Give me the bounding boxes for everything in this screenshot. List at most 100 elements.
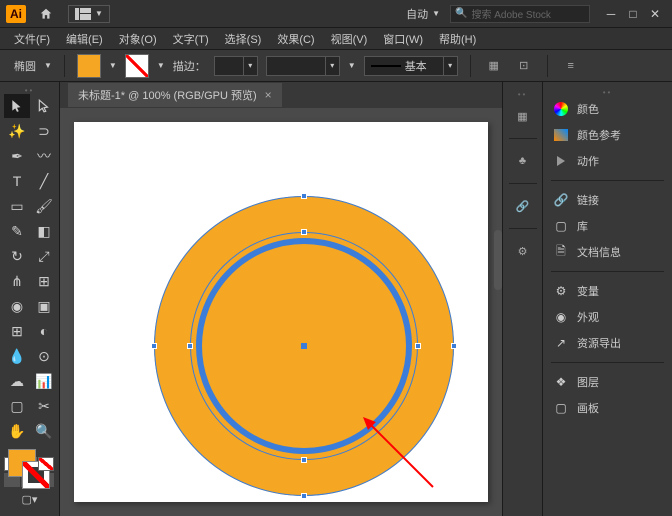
selection-handle[interactable] — [187, 343, 193, 349]
shape-builder-tool[interactable]: ◉ — [4, 294, 30, 318]
line-tool[interactable]: ╱ — [31, 169, 57, 193]
workspace-dropdown[interactable]: 自动 ▼ — [406, 6, 440, 22]
menu-window[interactable]: 窗口(W) — [377, 29, 429, 49]
eyedropper-tool[interactable]: 💧 — [4, 344, 30, 368]
stroke-weight-stepper[interactable]: ▾ — [244, 56, 258, 76]
menubar: 文件(F) 编辑(E) 对象(O) 文字(T) 选择(S) 效果(C) 视图(V… — [0, 28, 672, 50]
menu-type[interactable]: 文字(T) — [167, 29, 215, 49]
layout-dropdown[interactable]: ▼ — [68, 5, 110, 23]
control-bar: 椭圆 ▼ ▼ ▼ 描边： ▾ ▾ ▼ 基本 ▾ ▦ ⊡ ≡ — [0, 50, 672, 82]
minimize-button[interactable]: ─ — [600, 5, 622, 23]
close-button[interactable]: ✕ — [644, 5, 666, 23]
color-mode-none[interactable] — [38, 457, 54, 471]
graph-tool[interactable]: 📊 — [31, 369, 57, 393]
panel-appearance[interactable]: ◉外观 — [543, 304, 672, 330]
curvature-tool[interactable]: 〰 — [31, 144, 57, 168]
panel-library[interactable]: ▢库 — [543, 213, 672, 239]
transform-icon[interactable]: ⊡ — [513, 55, 535, 77]
selection-handle[interactable] — [301, 493, 307, 499]
menu-file[interactable]: 文件(F) — [8, 29, 56, 49]
properties-icon[interactable]: ▦ — [509, 104, 537, 128]
selection-center[interactable] — [301, 343, 307, 349]
style-label: 基本 — [405, 58, 427, 74]
selection-handle[interactable] — [301, 457, 307, 463]
artboard-tool[interactable]: ▢ — [4, 394, 30, 418]
panel-doc-info[interactable]: 🗎文档信息 — [543, 239, 672, 265]
stroke-weight-input[interactable] — [214, 56, 244, 76]
artboard[interactable] — [74, 122, 488, 502]
selection-handle[interactable] — [151, 343, 157, 349]
slice-tool[interactable]: ✂ — [31, 394, 57, 418]
selection-handle[interactable] — [301, 193, 307, 199]
link-dock-icon[interactable]: 🔗 — [509, 194, 537, 218]
scrollbar[interactable] — [494, 230, 502, 290]
pen-tool[interactable]: ✒ — [4, 144, 30, 168]
scale-tool[interactable]: ⤢ — [31, 244, 57, 268]
rectangle-tool[interactable]: ▭ — [4, 194, 30, 218]
selection-handle[interactable] — [301, 229, 307, 235]
perspective-tool[interactable]: ▣ — [31, 294, 57, 318]
lasso-tool[interactable]: ⊃ — [31, 119, 57, 143]
eraser-tool[interactable]: ◧ — [31, 219, 57, 243]
panel-actions[interactable]: 动作 — [543, 148, 672, 174]
zoom-tool[interactable]: 🔍 — [31, 419, 57, 443]
brush-dropdown[interactable]: ▾ — [326, 56, 340, 76]
selection-handle[interactable] — [451, 343, 457, 349]
magic-wand-tool[interactable]: ✨ — [4, 119, 30, 143]
panel-asset-export[interactable]: ↗资源导出 — [543, 330, 672, 356]
screen-mode[interactable]: ▢▾ — [10, 493, 50, 506]
panel-variables[interactable]: ⚙变量 — [543, 278, 672, 304]
menu-help[interactable]: 帮助(H) — [433, 29, 482, 49]
titlebar: Ai ▼ 自动 ▼ 🔍 搜索 Adobe Stock ─ □ ✕ — [0, 0, 672, 28]
dock-handle[interactable]: •• — [518, 90, 528, 98]
canvas-area: 未标题-1* @ 100% (RGB/GPU 预览) × — [60, 82, 502, 516]
document-tab[interactable]: 未标题-1* @ 100% (RGB/GPU 预览) × — [68, 83, 282, 107]
mesh-tool[interactable]: ⊞ — [4, 319, 30, 343]
selection-tool[interactable] — [4, 94, 30, 118]
panel-handle[interactable]: •• — [543, 88, 672, 96]
search-input[interactable]: 🔍 搜索 Adobe Stock — [450, 5, 590, 23]
menu-select[interactable]: 选择(S) — [219, 29, 268, 49]
window-controls: ─ □ ✕ — [600, 5, 666, 23]
tools-handle[interactable]: •• — [4, 86, 55, 94]
type-tool[interactable]: T — [4, 169, 30, 193]
align-icon[interactable]: ▦ — [483, 55, 505, 77]
menu-view[interactable]: 视图(V) — [325, 29, 374, 49]
tab-title: 未标题-1* @ 100% (RGB/GPU 预览) — [78, 87, 257, 103]
panel-layers[interactable]: ❖图层 — [543, 369, 672, 395]
brush-tool[interactable]: 🖌 — [31, 194, 57, 218]
document-tabs: 未标题-1* @ 100% (RGB/GPU 预览) × — [60, 82, 502, 108]
symbol-tool[interactable]: ☁ — [4, 369, 30, 393]
panel-artboards[interactable]: ▢画板 — [543, 395, 672, 421]
fill-swatch[interactable] — [77, 54, 101, 78]
panel-color-guide[interactable]: 颜色参考 — [543, 122, 672, 148]
stroke-swatch[interactable] — [125, 54, 149, 78]
gradient-tool[interactable]: ◐ — [31, 319, 57, 343]
selection-handle[interactable] — [415, 343, 421, 349]
width-tool[interactable]: ⋔ — [4, 269, 30, 293]
style-dropdown[interactable]: ▾ — [444, 56, 458, 76]
shaper-tool[interactable]: ✎ — [4, 219, 30, 243]
menu-object[interactable]: 对象(O) — [113, 29, 163, 49]
free-transform-tool[interactable]: ⊞ — [31, 269, 57, 293]
more-icon[interactable]: ≡ — [560, 55, 582, 77]
home-icon[interactable] — [34, 4, 58, 24]
gear-dock-icon[interactable]: ⚙ — [509, 239, 537, 263]
brush-preview[interactable] — [266, 56, 326, 76]
graphic-style[interactable]: 基本 — [364, 56, 444, 76]
search-placeholder: 搜索 Adobe Stock — [471, 6, 550, 21]
maximize-button[interactable]: □ — [622, 5, 644, 23]
color-picker[interactable] — [4, 449, 55, 455]
rotate-tool[interactable]: ↻ — [4, 244, 30, 268]
menu-effect[interactable]: 效果(C) — [271, 29, 320, 49]
hand-tool[interactable]: ✋ — [4, 419, 30, 443]
direct-selection-tool[interactable] — [31, 94, 57, 118]
blend-tool[interactable]: ⊙ — [31, 344, 57, 368]
canvas-viewport[interactable] — [60, 108, 502, 516]
libraries-icon[interactable]: ♣ — [509, 149, 537, 173]
menu-edit[interactable]: 编辑(E) — [60, 29, 109, 49]
tab-close-icon[interactable]: × — [265, 88, 272, 102]
annotation-arrow — [358, 412, 438, 492]
panel-links[interactable]: 🔗链接 — [543, 187, 672, 213]
panel-color[interactable]: 颜色 — [543, 96, 672, 122]
